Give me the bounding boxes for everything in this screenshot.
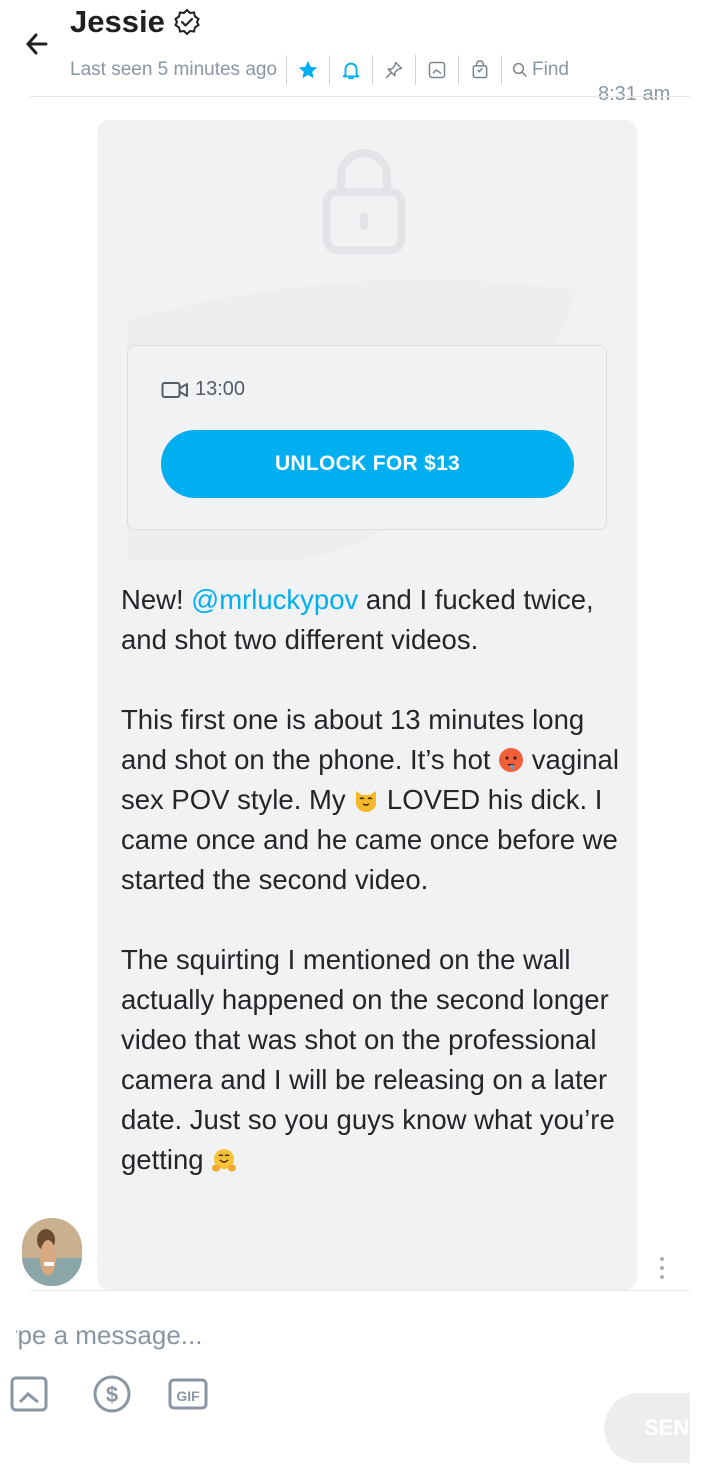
- search-icon: [512, 62, 527, 77]
- text-segment: New!: [121, 584, 192, 615]
- composer-divider: [30, 1290, 690, 1291]
- viewport-edge: [690, 0, 720, 1473]
- status-row: Last seen 5 minutes ago Find: [70, 55, 569, 85]
- divider: [458, 55, 460, 85]
- chat-header: Jessie Last seen 5 minutes ago Find: [0, 0, 720, 96]
- header-divider: [30, 96, 690, 97]
- chat-title[interactable]: Jessie: [70, 4, 165, 40]
- back-arrow-icon[interactable]: [22, 26, 52, 62]
- pin-icon[interactable]: [382, 58, 406, 82]
- find-label: Find: [532, 59, 569, 80]
- dollar-icon[interactable]: $: [88, 1370, 136, 1418]
- hot-face-emoji: [499, 748, 524, 772]
- shopping-bag-icon[interactable]: [468, 58, 492, 82]
- video-duration-label: 13:00: [195, 378, 246, 400]
- divider: [329, 55, 331, 85]
- message-input[interactable]: [0, 1310, 690, 1360]
- find-button[interactable]: Find: [511, 59, 569, 81]
- unlock-button[interactable]: UNLOCK FOR $13: [161, 430, 574, 498]
- title-row: Jessie: [70, 4, 201, 40]
- notification-bell-icon[interactable]: [339, 58, 363, 82]
- cat-face-emoji: [356, 791, 377, 812]
- gallery-icon[interactable]: [425, 58, 449, 82]
- video-duration: 13:00: [161, 378, 245, 401]
- divider: [501, 55, 503, 85]
- image-icon[interactable]: [6, 1370, 54, 1418]
- locked-media-preview: 13:00 UNLOCK FOR $13: [97, 120, 637, 560]
- mention-link[interactable]: @mrluckypov: [191, 584, 358, 615]
- favorite-star-icon[interactable]: [296, 58, 320, 82]
- lock-icon: [323, 149, 405, 254]
- text-segment: The squirting I mentioned on the wall ac…: [121, 944, 615, 1175]
- avatar[interactable]: [22, 1218, 82, 1286]
- message-bubble: 13:00 UNLOCK FOR $13 New! @mrluckypov an…: [97, 120, 637, 1290]
- verified-icon: [174, 8, 200, 36]
- last-seen-status: Last seen 5 minutes ago: [70, 59, 278, 80]
- svg-text:GIF: GIF: [176, 1388, 200, 1404]
- svg-text:$: $: [106, 1382, 118, 1407]
- message-paragraph: The squirting I mentioned on the wall ac…: [121, 940, 621, 1180]
- message-paragraph: This first one is about 13 minutes long …: [121, 700, 621, 900]
- message-time: 8:31 am: [598, 83, 671, 105]
- message-text: New! @mrluckypov and I fucked twice, and…: [121, 580, 621, 1220]
- avatar-photo: [22, 1218, 82, 1286]
- gif-icon[interactable]: GIF: [164, 1370, 212, 1418]
- divider: [415, 55, 417, 85]
- unlock-panel: 13:00 UNLOCK FOR $13: [127, 345, 607, 530]
- divider: [372, 55, 374, 85]
- divider: [286, 55, 288, 85]
- more-options-icon[interactable]: [655, 1255, 669, 1281]
- video-camera-icon: [161, 381, 188, 398]
- message-paragraph: New! @mrluckypov and I fucked twice, and…: [121, 580, 621, 660]
- hugging-face-emoji: [212, 1149, 237, 1172]
